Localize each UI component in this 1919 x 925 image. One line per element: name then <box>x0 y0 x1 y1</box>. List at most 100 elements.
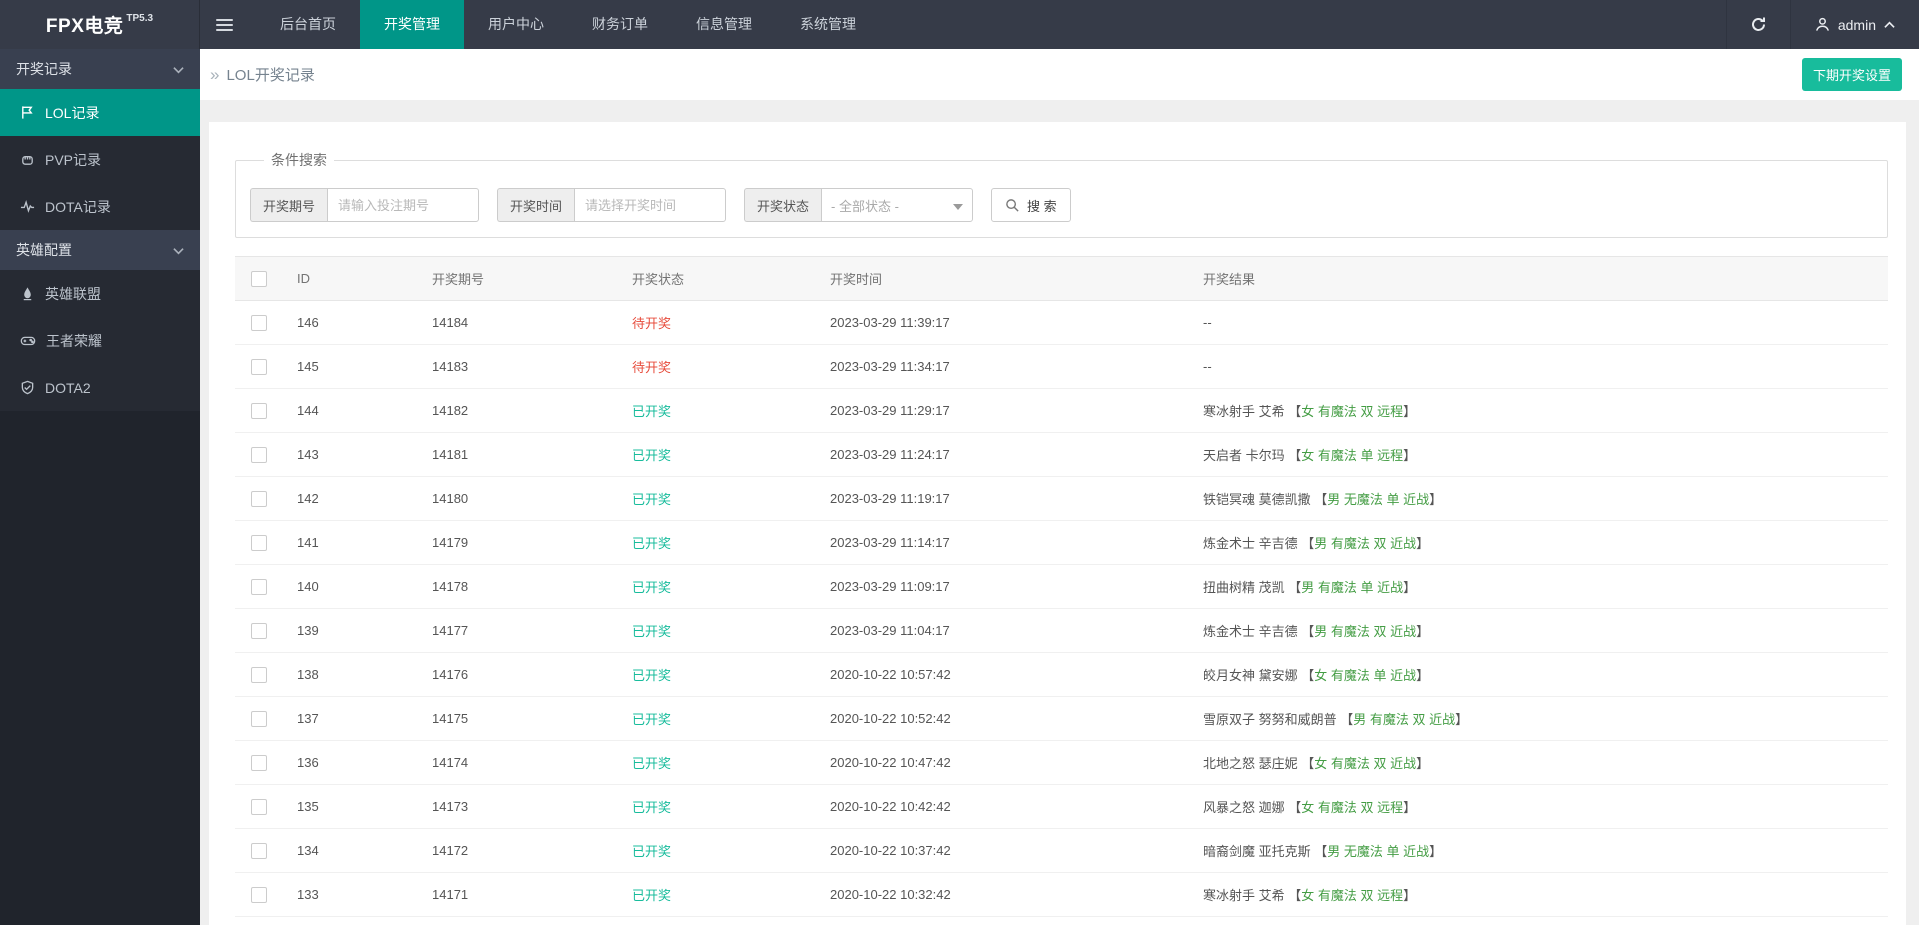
row-checkbox[interactable] <box>251 358 267 375</box>
status-badge: 已开奖 <box>624 476 822 521</box>
content-panel: 条件搜索 开奖期号开奖时间开奖状态- 全部状态 -搜 索 ID <box>209 122 1906 925</box>
sidebar-item-DOTA2[interactable]: DOTA2 <box>0 364 200 411</box>
row-checkbox[interactable] <box>251 798 267 815</box>
status-badge: 已开奖 <box>624 784 822 829</box>
cell-issue: 14172 <box>424 828 624 873</box>
cell-result: 风暴之怒 迦娜 【女 有魔法 双 远程】 <box>1195 784 1888 829</box>
sidebar-item-英雄联盟[interactable]: 英雄联盟 <box>0 270 200 317</box>
cell-issue: 14177 <box>424 608 624 653</box>
cell-result: 寒冰射手 艾希 【女 有魔法 双 远程】 <box>1195 872 1888 917</box>
table-row: 138 14176 已开奖 2020-10-22 10:57:42 皎月女神 黛安娜 【… <box>235 652 1888 697</box>
result-hero-name: 暗裔剑魔 亚托克斯 <box>1203 844 1311 859</box>
dota2-shield-icon <box>20 380 35 395</box>
row-checkbox[interactable] <box>251 710 267 727</box>
sidebar-item-label: 英雄联盟 <box>45 285 101 302</box>
search-button-label: 搜 索 <box>1027 198 1057 214</box>
result-bracket-open: 【 <box>1288 888 1302 903</box>
chevron-down-icon <box>173 242 184 258</box>
cell-id: 142 <box>289 476 424 521</box>
table-row: 133 14171 已开奖 2020-10-22 10:32:42 寒冰射手 艾希 【女… <box>235 872 1888 917</box>
nav-tab-1[interactable]: 开奖管理 <box>360 0 464 49</box>
sidebar-item-label: PVP记录 <box>45 151 102 168</box>
cell-issue: 14176 <box>424 652 624 697</box>
chevron-up-icon <box>1884 21 1895 28</box>
nav-tab-4[interactable]: 信息管理 <box>672 0 776 49</box>
select-all-checkbox[interactable] <box>251 270 267 287</box>
result-empty: -- <box>1203 315 1212 330</box>
user-menu[interactable]: admin <box>1789 0 1919 49</box>
sidebar-item-label: 王者荣耀 <box>46 332 102 349</box>
result-bracket-close: 】 <box>1455 712 1469 727</box>
result-hero-name: 扭曲树精 茂凯 <box>1203 580 1285 595</box>
result-bracket-close: 】 <box>1429 844 1443 859</box>
result-hero-name: 炼金术士 辛吉德 <box>1203 536 1298 551</box>
search-button[interactable]: 搜 索 <box>991 188 1071 222</box>
row-checkbox[interactable] <box>251 578 267 595</box>
result-hero-name: 炼金术士 辛吉德 <box>1203 624 1298 639</box>
time-input[interactable] <box>574 188 727 222</box>
sidebar-item-label: DOTA2 <box>45 379 91 396</box>
result-tags: 女 有魔法 单 远程 <box>1301 448 1404 463</box>
nav-tab-5[interactable]: 系统管理 <box>776 0 880 49</box>
result-bracket-close: 】 <box>1416 668 1430 683</box>
result-bracket-close: 】 <box>1416 536 1430 551</box>
sidebar-item-DOTA记录[interactable]: DOTA记录 <box>0 183 200 230</box>
result-hero-name: 铁铠冥魂 莫德凯撒 <box>1203 492 1311 507</box>
issue-input[interactable] <box>327 188 480 222</box>
cell-id: 134 <box>289 828 424 873</box>
result-tags: 男 无魔法 单 近战 <box>1327 492 1430 507</box>
row-checkbox[interactable] <box>251 402 267 419</box>
app-logo: FPX电竞 TP5.3 <box>0 0 200 49</box>
sidebar-item-王者荣耀[interactable]: 王者荣耀 <box>0 317 200 364</box>
cell-time: 2020-10-22 10:37:42 <box>822 828 1195 873</box>
status-badge: 已开奖 <box>624 828 822 873</box>
result-tags: 男 有魔法 双 近战 <box>1314 536 1417 551</box>
cell-result: 炼金术士 辛吉德 【男 有魔法 双 近战】 <box>1195 608 1888 653</box>
field-label: 开奖期号 <box>250 188 328 222</box>
result-bracket-close: 】 <box>1429 492 1443 507</box>
status-badge: 待开奖 <box>624 344 822 389</box>
ink-drop-icon <box>20 286 35 301</box>
cell-time: 2023-03-29 11:09:17 <box>822 564 1195 609</box>
cell-time: 2023-03-29 11:19:17 <box>822 476 1195 521</box>
field-label: 开奖时间 <box>497 188 575 222</box>
row-checkbox[interactable] <box>251 314 267 331</box>
col-header-time: 开奖时间 <box>822 256 1195 301</box>
sidebar-group-0[interactable]: 开奖记录 <box>0 49 200 89</box>
row-checkbox[interactable] <box>251 886 267 903</box>
col-header-id: ID <box>289 256 424 301</box>
row-checkbox[interactable] <box>251 754 267 771</box>
row-checkbox[interactable] <box>251 490 267 507</box>
user-icon <box>1815 17 1829 31</box>
nav-tab-0[interactable]: 后台首页 <box>256 0 360 49</box>
hamburger-icon[interactable] <box>200 0 248 49</box>
next-draw-settings-button[interactable]: 下期开奖设置 <box>1801 58 1902 91</box>
nav-tab-2[interactable]: 用户中心 <box>464 0 568 49</box>
result-tags: 男 有魔法 双 近战 <box>1314 624 1417 639</box>
table-row: 145 14183 待开奖 2023-03-29 11:34:17 -- <box>235 344 1888 389</box>
cell-result: 扭曲树精 茂凯 【男 有魔法 单 近战】 <box>1195 564 1888 609</box>
row-checkbox[interactable] <box>251 842 267 859</box>
chevron-down-icon <box>173 61 184 77</box>
sidebar-group-1[interactable]: 英雄配置 <box>0 230 200 270</box>
nav-tab-3[interactable]: 财务订单 <box>568 0 672 49</box>
result-bracket-open: 【 <box>1301 756 1315 771</box>
row-checkbox[interactable] <box>251 666 267 683</box>
result-bracket-open: 【 <box>1288 448 1302 463</box>
status-badge: 已开奖 <box>624 696 822 741</box>
content-area: 条件搜索 开奖期号开奖时间开奖状态- 全部状态 -搜 索 ID <box>200 100 1919 925</box>
status-select[interactable]: - 全部状态 - <box>821 188 974 222</box>
row-checkbox[interactable] <box>251 446 267 463</box>
row-checkbox[interactable] <box>251 622 267 639</box>
refresh-icon[interactable] <box>1725 0 1790 49</box>
sidebar-item-PVP记录[interactable]: PVP记录 <box>0 136 200 183</box>
app-logo-version: TP5.3 <box>126 13 154 24</box>
cell-time: 2023-03-29 11:14:17 <box>822 520 1195 565</box>
row-checkbox[interactable] <box>251 534 267 551</box>
sidebar-item-LOL记录[interactable]: LOL记录 <box>0 89 200 136</box>
table-row: 146 14184 待开奖 2023-03-29 11:39:17 -- <box>235 300 1888 345</box>
cell-result: 北地之怒 瑟庄妮 【女 有魔法 双 近战】 <box>1195 740 1888 785</box>
records-table-wrap: ID 开奖期号 开奖状态 开奖时间 开奖结果 146 14184 待开奖 2023-0… <box>235 256 1888 925</box>
caret-down-icon <box>953 198 964 213</box>
cell-id: 146 <box>289 300 424 345</box>
